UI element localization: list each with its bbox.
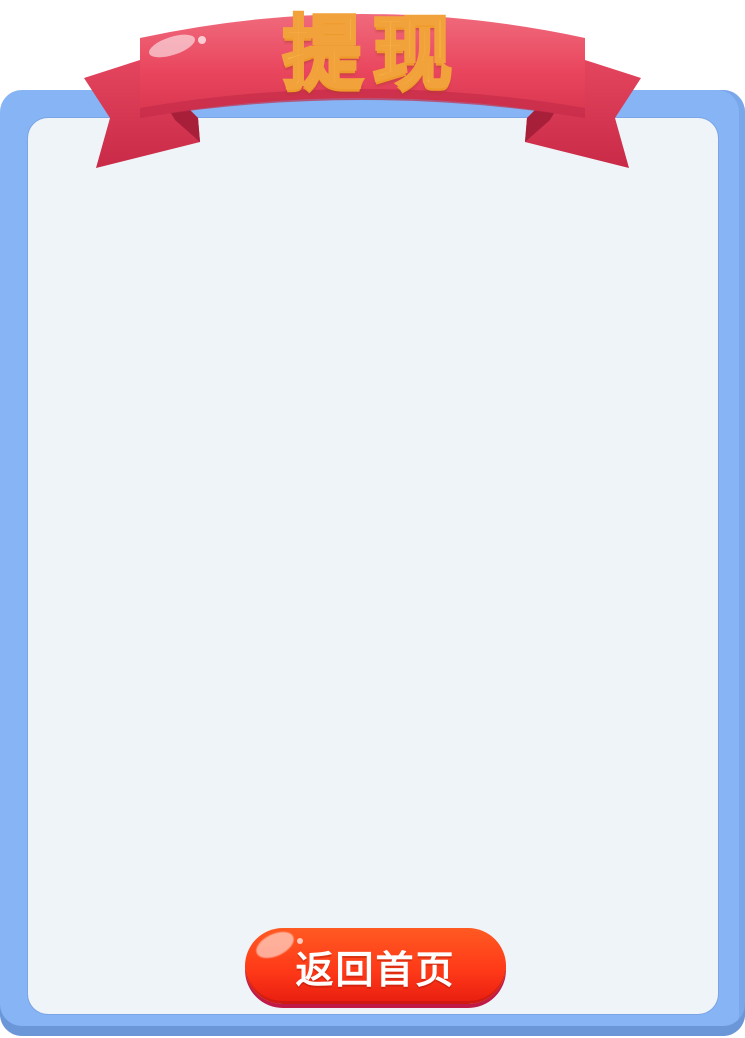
back-home-label: 返回首页 [295, 947, 456, 992]
page-title: 提现 [281, 6, 463, 102]
content-panel [28, 118, 718, 1014]
withdraw-dialog: 提现 返回首页 [0, 0, 745, 1038]
back-home-button[interactable]: 返回首页 [245, 928, 506, 1004]
